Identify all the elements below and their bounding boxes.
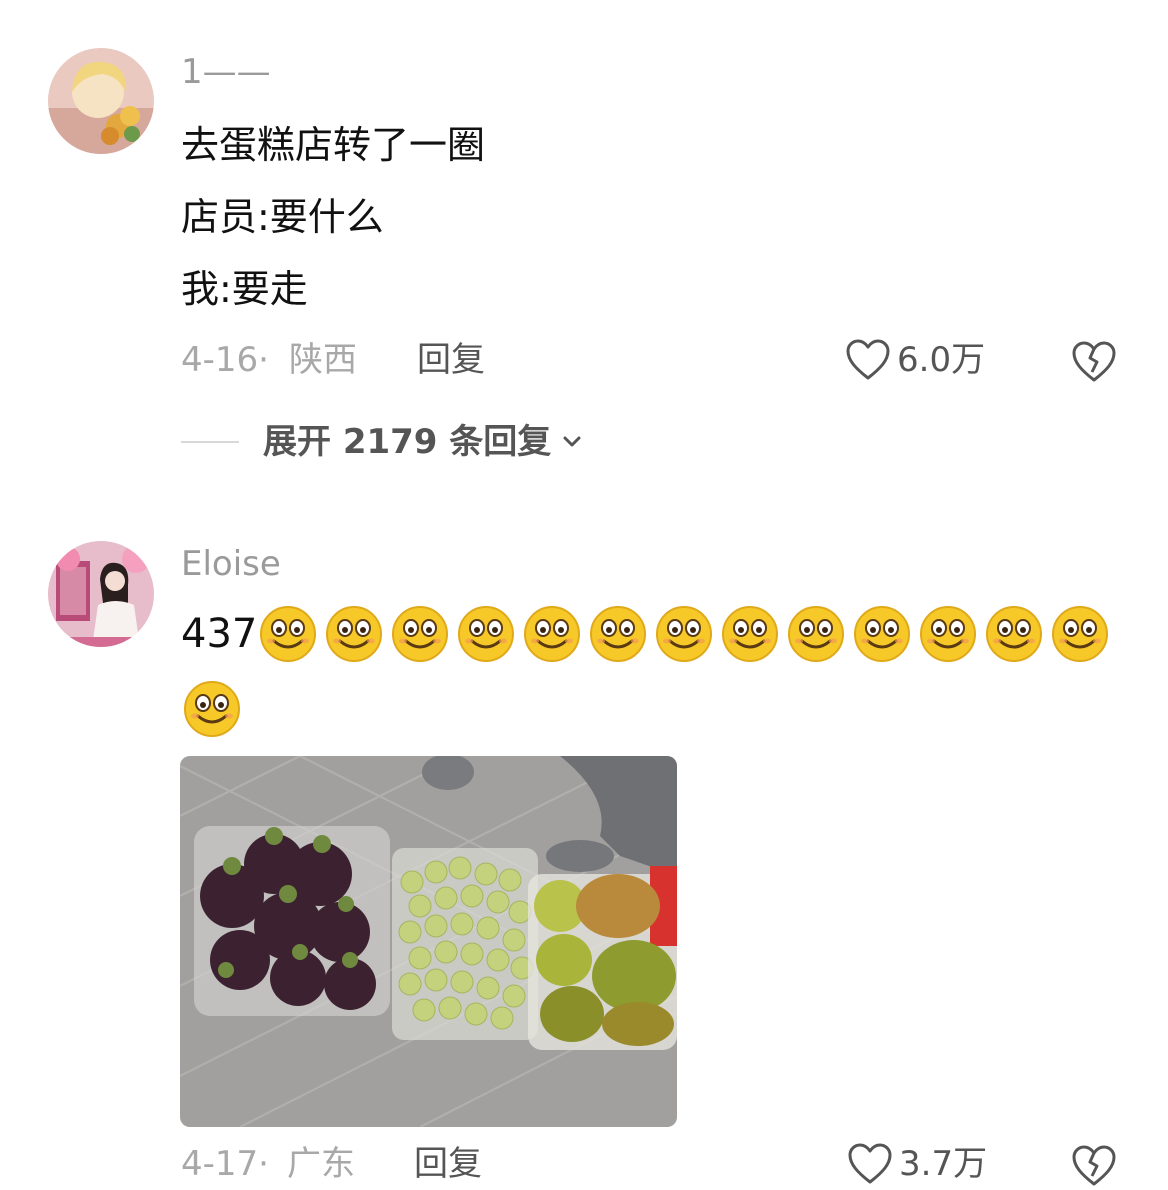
smile-emoji bbox=[722, 606, 779, 662]
expand-replies-label: 展开 2179 条回复 bbox=[263, 422, 552, 462]
username[interactable]: 1—— bbox=[181, 52, 271, 92]
comment-date: 4-16· bbox=[181, 340, 269, 380]
heart-icon bbox=[848, 1143, 892, 1184]
like-button[interactable]: 3.7万 bbox=[847, 1140, 987, 1188]
comment-text-line: 店员:要什么 bbox=[181, 195, 384, 239]
smile-emoji bbox=[986, 606, 1043, 662]
reply-button[interactable]: 回复 bbox=[414, 1140, 482, 1188]
comment-text-line bbox=[183, 680, 249, 738]
emoji-group bbox=[259, 605, 1117, 663]
divider bbox=[181, 441, 239, 443]
avatar[interactable] bbox=[48, 48, 154, 154]
smile-emoji bbox=[920, 606, 977, 662]
emoji-group bbox=[183, 680, 249, 738]
smile-emoji bbox=[326, 606, 383, 662]
like-count: 3.7万 bbox=[899, 1144, 988, 1184]
smile-emoji bbox=[392, 606, 449, 662]
heart-icon bbox=[846, 339, 890, 380]
smile-emoji bbox=[590, 606, 647, 662]
comment-text-line: 我:要走 bbox=[181, 267, 308, 311]
comment-text-line: 437 bbox=[181, 604, 1117, 664]
smile-emoji bbox=[458, 606, 515, 662]
comment-number: 437 bbox=[181, 611, 258, 657]
avatar[interactable] bbox=[48, 541, 154, 647]
comment-meta: 4-16· 陕西 回复 6.0万 bbox=[181, 336, 1168, 384]
comment-meta: 4-17· 广东 回复 3.7万 bbox=[181, 1140, 1168, 1188]
like-count: 6.0万 bbox=[897, 340, 986, 380]
comment-photo[interactable] bbox=[180, 756, 677, 1127]
smile-emoji bbox=[260, 606, 317, 662]
comment-location: 陕西 bbox=[289, 340, 357, 380]
comment-text-line: 去蛋糕店转了一圈 bbox=[181, 123, 486, 167]
expand-replies-button[interactable]: 展开 2179 条回复 bbox=[181, 420, 585, 464]
smile-emoji bbox=[854, 606, 911, 662]
comment-item: 1—— 去蛋糕店转了一圈 店员:要什么 我:要走 4-16· 陕西 回复 6.0… bbox=[0, 0, 1168, 480]
username[interactable]: Eloise bbox=[181, 544, 281, 584]
reply-button[interactable]: 回复 bbox=[417, 336, 485, 384]
broken-heart-icon[interactable] bbox=[1071, 338, 1117, 384]
comment-date: 4-17· bbox=[181, 1144, 269, 1184]
chevron-down-icon bbox=[563, 436, 581, 447]
smile-emoji bbox=[184, 681, 240, 737]
smile-emoji bbox=[788, 606, 845, 662]
smile-emoji bbox=[656, 606, 713, 662]
smile-emoji bbox=[524, 606, 581, 662]
like-button[interactable]: 6.0万 bbox=[845, 336, 985, 384]
smile-emoji bbox=[1052, 606, 1109, 662]
comment-location: 广东 bbox=[287, 1144, 355, 1184]
broken-heart-icon[interactable] bbox=[1071, 1142, 1117, 1188]
